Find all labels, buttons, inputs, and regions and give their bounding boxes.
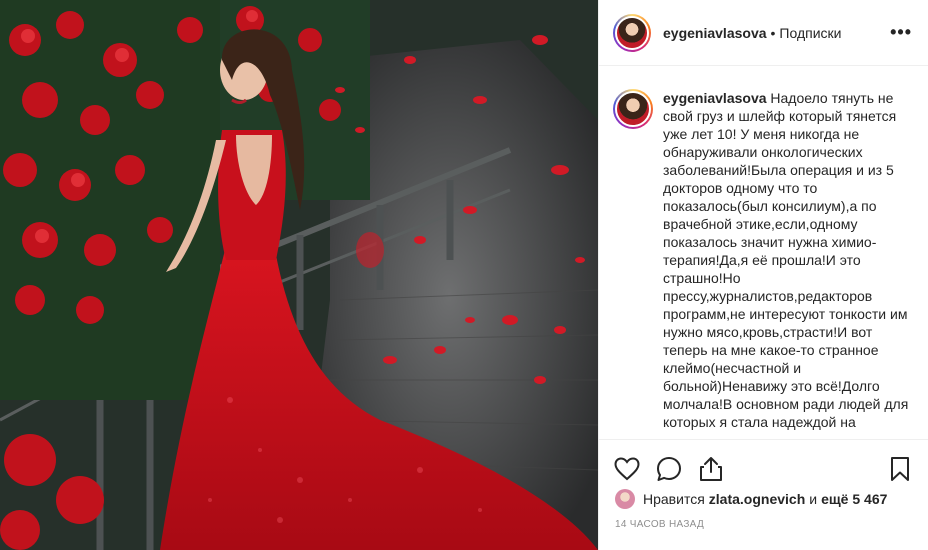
likes-count[interactable]: ещё 5 467 <box>821 491 887 507</box>
share-upload-icon <box>700 456 722 481</box>
likes-summary: Нравится zlata.ognevich и ещё 5 467 <box>615 486 912 512</box>
share-button[interactable] <box>697 455 725 483</box>
liker-username[interactable]: zlata.ognevich <box>709 491 805 507</box>
caption-text: Надоело тянуть не свой груз и шлейф кото… <box>663 90 909 430</box>
like-button[interactable] <box>613 455 641 483</box>
caption-author-avatar[interactable] <box>613 89 653 129</box>
author-username[interactable]: eygeniavlasova <box>663 25 767 41</box>
post-caption: eygeniavlasova Надоело тянуть не свой гр… <box>663 89 912 439</box>
author-avatar[interactable] <box>613 13 651 52</box>
heart-outline-icon <box>614 456 640 480</box>
post-header: eygeniavlasova • Подписки ••• <box>599 0 928 66</box>
comment-button[interactable] <box>655 455 683 483</box>
instagram-post: eygeniavlasova • Подписки ••• eygeniavla… <box>0 0 928 550</box>
post-photo[interactable] <box>0 0 598 550</box>
caption-username[interactable]: eygeniavlasova <box>663 90 767 106</box>
post-timestamp[interactable]: 14 часов назад <box>615 519 704 530</box>
liker-avatar[interactable] <box>615 489 635 509</box>
comments-section[interactable]: eygeniavlasova Надоело тянуть не свой гр… <box>599 67 928 439</box>
bookmark-icon <box>891 456 909 481</box>
following-button[interactable]: Подписки <box>779 25 841 41</box>
save-button[interactable] <box>886 455 914 483</box>
photo-illustration <box>0 0 598 550</box>
comment-bubble-icon <box>657 456 681 481</box>
more-options-icon[interactable]: ••• <box>890 22 912 43</box>
post-side-panel: eygeniavlasova • Подписки ••• eygeniavla… <box>598 0 928 550</box>
likes-middle: и <box>809 491 818 507</box>
header-separator: • <box>770 24 776 41</box>
likes-prefix: Нравится <box>643 491 705 507</box>
